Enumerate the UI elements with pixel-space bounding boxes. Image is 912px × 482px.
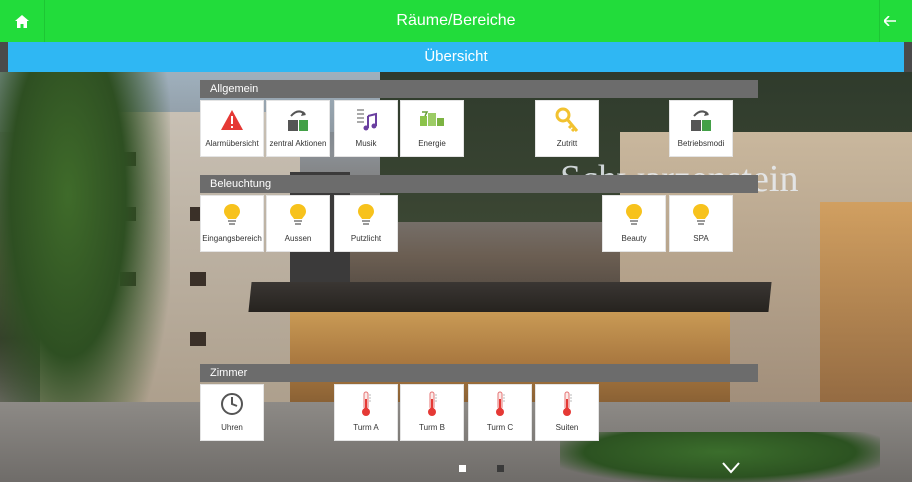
tile-label: Betriebsmodi (677, 139, 725, 148)
bulb-icon (626, 204, 642, 225)
tile-label: SPA (693, 234, 709, 243)
tile-label: Alarmübersicht (205, 139, 259, 148)
home-icon (15, 14, 29, 28)
tile-label: Uhren (221, 423, 243, 432)
tile-uhren[interactable]: Uhren (200, 384, 264, 441)
tile-eingangsbereich[interactable]: Eingangsbereich (200, 195, 264, 252)
page-indicator[interactable] (497, 465, 504, 472)
tile-beauty[interactable]: Beauty (602, 195, 666, 252)
section-header-zimmer: Zimmer (200, 364, 758, 382)
tile-putzlicht[interactable]: Putzlicht (334, 195, 398, 252)
overview-bar[interactable]: Übersicht (8, 42, 904, 72)
scroll-down-button[interactable] (722, 461, 740, 475)
energy-icon (420, 111, 444, 126)
bulb-icon (358, 204, 374, 225)
tile-turm-b[interactable]: Turm B (400, 384, 464, 441)
arrow-left-icon (884, 16, 896, 26)
chevron-down-icon (722, 462, 740, 474)
page-title: Räume/Bereiche (396, 12, 516, 29)
thermometer-icon (563, 391, 572, 416)
tile-label: Energie (418, 139, 446, 148)
tile-betriebsmodi[interactable]: Betriebsmodi (669, 100, 733, 157)
tile-label: Suiten (555, 423, 579, 432)
tile-turm-a[interactable]: Turm A (334, 384, 398, 441)
tile-label: Beauty (621, 234, 647, 243)
bulb-icon (693, 204, 709, 225)
tile-label: zentral Aktionen (269, 139, 327, 148)
tile-label: Eingangsbereich (202, 234, 262, 243)
tile-alarmuebersicht[interactable]: Alarmübersicht (200, 100, 264, 157)
key-icon (555, 107, 579, 133)
tile-zutritt[interactable]: Zutritt (535, 100, 599, 157)
tile-label: Turm C (486, 423, 514, 432)
warning-icon (221, 110, 243, 130)
back-button[interactable] (876, 8, 904, 34)
tile-aussen[interactable]: Aussen (266, 195, 330, 252)
tile-label: Turm A (353, 423, 379, 432)
bulb-icon (290, 204, 306, 225)
tile-suiten[interactable]: Suiten (535, 384, 599, 441)
tile-label: Putzlicht (350, 234, 382, 243)
bulb-icon (224, 204, 240, 225)
page-indicator-active[interactable] (459, 465, 466, 472)
tile-musik[interactable]: Musik (334, 100, 398, 157)
thermometer-icon (496, 391, 505, 416)
music-icon (357, 109, 377, 131)
top-bar: Räume/Bereiche (0, 0, 912, 42)
tile-label: Zutritt (556, 139, 578, 148)
tile-label: Aussen (284, 234, 312, 243)
tile-spa[interactable]: SPA (669, 195, 733, 252)
tile-zentral-aktionen[interactable]: zentral Aktionen (266, 100, 330, 157)
home-button[interactable] (8, 8, 36, 34)
building-arrow-icon (691, 110, 711, 131)
thermometer-icon (428, 391, 437, 416)
tile-label: Musik (355, 139, 377, 148)
clock-icon (221, 393, 243, 415)
building-arrow-icon (288, 110, 308, 131)
tile-turm-c[interactable]: Turm C (468, 384, 532, 441)
section-header-allgemein: Allgemein (200, 80, 758, 98)
section-header-beleuchtung: Beleuchtung (200, 175, 758, 193)
thermometer-icon (362, 391, 371, 416)
tile-label: Turm B (419, 423, 445, 432)
tile-energie[interactable]: Energie (400, 100, 464, 157)
